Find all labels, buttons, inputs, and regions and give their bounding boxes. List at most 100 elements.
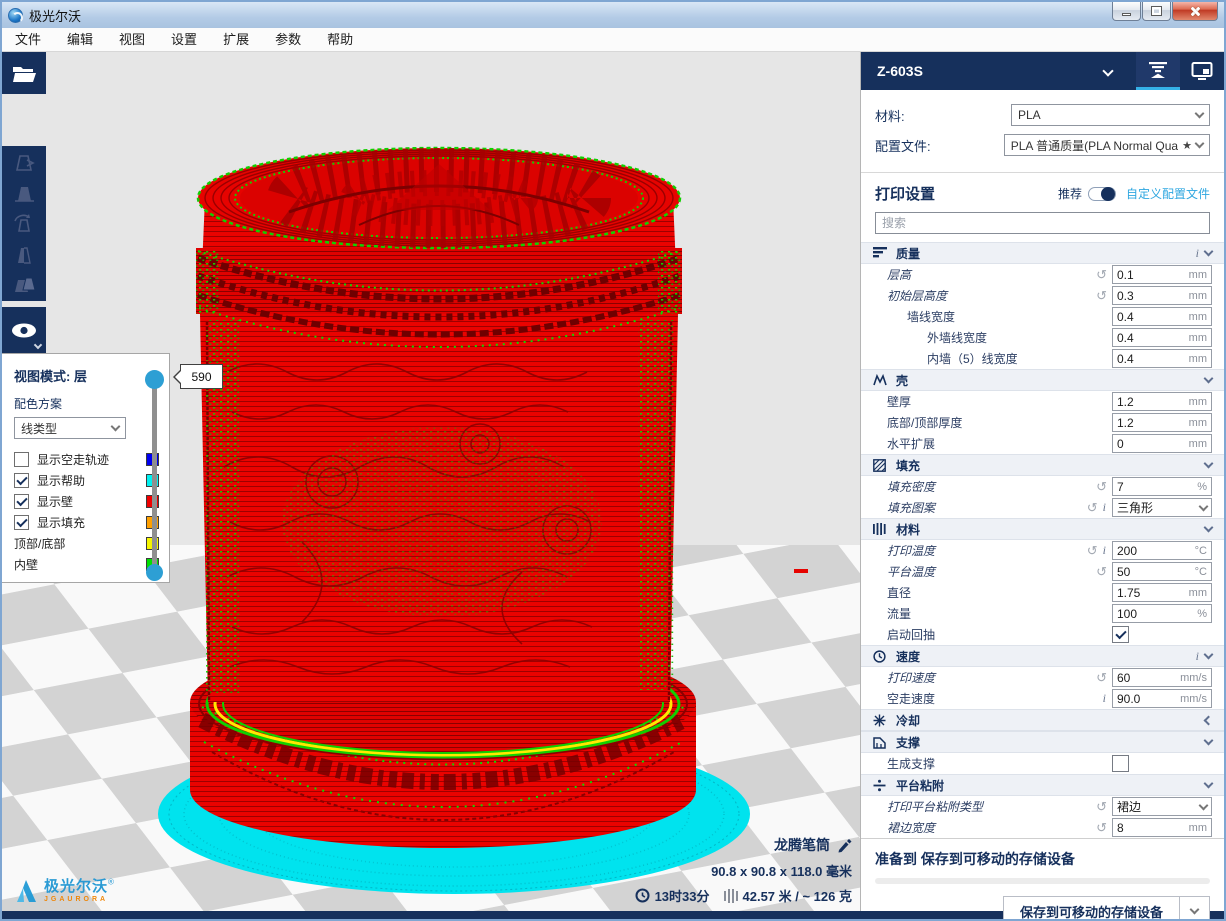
print-temperature-input[interactable]: 200°C: [1112, 541, 1212, 560]
minimize-button[interactable]: [1112, 2, 1141, 21]
inner-wall-line-width-input[interactable]: 0.4mm: [1112, 349, 1212, 368]
infill-pattern-select[interactable]: 三角形: [1112, 498, 1212, 517]
section-cooling[interactable]: 冷却: [861, 709, 1224, 731]
mirror-tool-button[interactable]: [2, 239, 46, 270]
rename-pencil-icon[interactable]: [836, 838, 852, 853]
material-select[interactable]: PLA: [1011, 104, 1210, 126]
legend-row-infill: 显示填充: [14, 512, 159, 533]
chevron-down-icon: [1204, 650, 1214, 660]
maximize-icon: [1152, 7, 1161, 15]
machine-select[interactable]: Z-603S: [861, 63, 1104, 79]
open-file-button[interactable]: [2, 52, 46, 94]
layer-slider-track[interactable]: [152, 378, 157, 574]
info-icon[interactable]: i: [1196, 649, 1199, 664]
legend-row-innerwall: 内壁: [14, 554, 159, 575]
menu-help[interactable]: 帮助: [314, 28, 366, 52]
save-to-removable-button[interactable]: 保存到可移动的存储设备: [1003, 896, 1180, 921]
reset-icon[interactable]: ↺: [1087, 543, 1098, 559]
adhesion-type-select[interactable]: 裙边: [1112, 797, 1212, 816]
menu-extensions[interactable]: 扩展: [210, 28, 262, 52]
setting-row: 启动回抽: [861, 624, 1224, 645]
custom-mode-toggle[interactable]: [1088, 187, 1116, 201]
travels-checkbox[interactable]: [14, 452, 29, 467]
info-icon[interactable]: i: [1103, 691, 1106, 706]
chevron-down-icon: [1190, 905, 1200, 915]
reset-icon[interactable]: ↺: [1096, 820, 1107, 836]
menu-parameters[interactable]: 参数: [262, 28, 314, 52]
info-icon[interactable]: i: [1103, 543, 1106, 558]
menu-settings[interactable]: 设置: [158, 28, 210, 52]
setting-row: 水平扩展 0mm: [861, 433, 1224, 454]
window-title: 极光尔沃: [29, 6, 81, 25]
layer-slider[interactable]: [145, 370, 163, 582]
save-options-dropdown[interactable]: [1180, 896, 1210, 921]
section-speed[interactable]: 速度 i: [861, 645, 1224, 667]
layer-slider-upper-handle[interactable]: [145, 370, 164, 389]
section-material[interactable]: 材料: [861, 518, 1224, 540]
duplicate-tool-button[interactable]: [2, 270, 46, 301]
viewport-3d[interactable]: 视图模式: 层 配色方案 线类型 显示空走轨迹 显示帮助: [2, 52, 860, 911]
layer-height-input[interactable]: 0.1mm: [1112, 265, 1212, 284]
setting-row: 填充密度 ↺ 7%: [861, 476, 1224, 497]
reset-icon[interactable]: ↺: [1096, 670, 1107, 686]
info-icon[interactable]: i: [1196, 246, 1199, 261]
clock-icon: [635, 888, 650, 903]
reset-icon[interactable]: ↺: [1096, 267, 1107, 283]
scale-tool-button[interactable]: [2, 177, 46, 208]
material-label: 材料:: [875, 106, 1011, 125]
layer-slider-lower-handle[interactable]: [146, 564, 163, 581]
bed-temperature-input[interactable]: 50°C: [1112, 562, 1212, 581]
custom-profile-link[interactable]: 自定义配置文件: [1126, 185, 1210, 202]
legend-row-shell: 显示壁: [14, 491, 159, 512]
settings-search-input[interactable]: [875, 212, 1210, 234]
horizontal-expansion-input[interactable]: 0mm: [1112, 434, 1212, 453]
rotate-tool-button[interactable]: [2, 208, 46, 239]
section-support[interactable]: 支撑: [861, 731, 1224, 753]
maximize-button[interactable]: [1142, 2, 1171, 21]
reset-icon[interactable]: ↺: [1087, 500, 1098, 516]
infill-checkbox[interactable]: [14, 515, 29, 530]
wall-line-width-input[interactable]: 0.4mm: [1112, 307, 1212, 326]
section-shell[interactable]: 壳: [861, 369, 1224, 391]
model-info: 龙腾笔筒 90.8 x 90.8 x 118.0 毫米 13时33分: [635, 829, 852, 905]
outer-wall-line-width-input[interactable]: 0.4mm: [1112, 328, 1212, 347]
menu-edit[interactable]: 编辑: [54, 28, 106, 52]
generate-support-checkbox[interactable]: [1112, 755, 1129, 772]
flow-input[interactable]: 100%: [1112, 604, 1212, 623]
info-icon[interactable]: i: [1103, 500, 1106, 515]
registered-mark: ®: [108, 878, 114, 887]
helpers-checkbox[interactable]: [14, 473, 29, 488]
initial-layer-height-input[interactable]: 0.3mm: [1112, 286, 1212, 305]
reset-icon[interactable]: ↺: [1096, 564, 1107, 580]
duplicate-tool-icon: [11, 274, 37, 298]
view-mode-button[interactable]: [2, 307, 46, 353]
menu-bar: 文件 编辑 视图 设置 扩展 参数 帮助: [2, 28, 1224, 52]
section-adhesion[interactable]: 平台粘附: [861, 774, 1224, 796]
menu-view[interactable]: 视图: [106, 28, 158, 52]
toggle-knob: [1101, 187, 1115, 201]
color-scheme-select[interactable]: 线类型: [14, 417, 126, 439]
travel-speed-input[interactable]: 90.0mm/s: [1112, 689, 1212, 708]
move-tool-button[interactable]: [2, 146, 46, 177]
infill-density-input[interactable]: 7%: [1112, 477, 1212, 496]
print-speed-input[interactable]: 60mm/s: [1112, 668, 1212, 687]
close-button[interactable]: [1172, 2, 1218, 21]
reset-icon[interactable]: ↺: [1096, 288, 1107, 304]
wall-thickness-input[interactable]: 1.2mm: [1112, 392, 1212, 411]
profile-select[interactable]: PLA 普通质量(PLA Normal Qua ★: [1004, 134, 1210, 156]
rotate-tool-icon: [11, 212, 37, 236]
skirt-width-input[interactable]: 8mm: [1112, 818, 1212, 837]
menu-file[interactable]: 文件: [2, 28, 54, 52]
tab-monitor[interactable]: [1180, 52, 1224, 90]
reset-icon[interactable]: ↺: [1096, 479, 1107, 495]
tab-prepare[interactable]: [1136, 52, 1180, 90]
top-bottom-thickness-input[interactable]: 1.2mm: [1112, 413, 1212, 432]
reset-icon[interactable]: ↺: [1096, 799, 1107, 815]
enable-retraction-checkbox[interactable]: [1112, 626, 1129, 643]
diameter-input[interactable]: 1.75mm: [1112, 583, 1212, 602]
shell-checkbox[interactable]: [14, 494, 29, 509]
section-quality[interactable]: 质量 i: [861, 242, 1224, 264]
section-infill[interactable]: 填充: [861, 454, 1224, 476]
adhesion-icon: [873, 779, 891, 792]
chevron-down-icon[interactable]: [1102, 65, 1113, 76]
